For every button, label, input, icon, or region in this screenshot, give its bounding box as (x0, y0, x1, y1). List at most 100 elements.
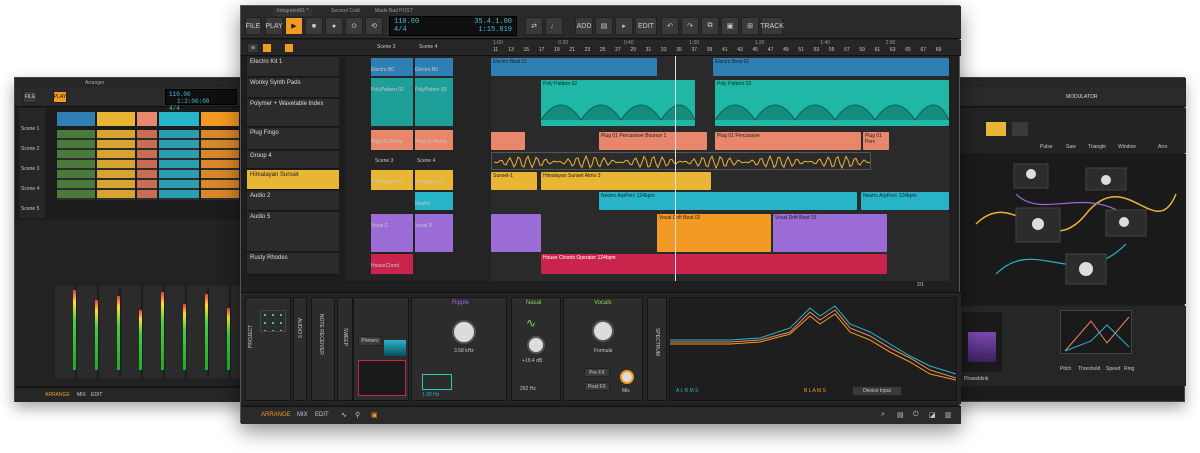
launcher-scene-4[interactable]: Scene 4 (417, 158, 435, 164)
left-scene-2[interactable]: Scene 2 (21, 146, 39, 152)
track-header[interactable]: Audio 2 (247, 191, 339, 211)
loop-toggle-icon[interactable]: ⇄ (525, 17, 543, 35)
arrange-clip[interactable]: Plug 01 Percussive Bounce 1 (599, 132, 707, 150)
timeline-ruler[interactable]: 11 13 15 17 19 21 23 25 27 29 31 33 35 37 39 41 43 45 47 49… (491, 40, 949, 56)
spectrum-channel-b[interactable]: B L A M S (804, 388, 826, 394)
launcher-scene-3[interactable]: Scene 3 (375, 158, 393, 164)
left-file-button[interactable]: FILE (23, 91, 37, 103)
left-clip[interactable] (201, 112, 239, 126)
left-clip[interactable] (159, 112, 199, 126)
arrangement-area[interactable]: Electro Beat 01 Electro Beat 02 Poly Pat… (491, 56, 949, 281)
left-play-button[interactable]: PLAY (53, 91, 67, 103)
arrange-group-clip[interactable] (491, 152, 871, 170)
modular-patch-graph[interactable] (956, 154, 1186, 304)
mix-knob[interactable] (620, 370, 634, 384)
metronome-icon[interactable]: ♩ (545, 17, 563, 35)
launcher-clip[interactable]: Plug 01 Percu (415, 130, 453, 150)
arrange-clip[interactable]: Sunset-1 (491, 172, 537, 190)
overdub-button[interactable]: ⊙ (345, 17, 363, 35)
left-scene-1[interactable]: Scene 1 (21, 126, 39, 132)
wave-icon[interactable]: ∿ (341, 411, 347, 419)
track-menu-icon[interactable]: ≡ (247, 43, 259, 53)
search-icon[interactable]: ⌕ (881, 411, 885, 419)
launcher-clip[interactable]: Himalayan S (415, 170, 453, 190)
arrange-clip[interactable]: Electro Beat 01 (491, 58, 657, 76)
tab-edit[interactable]: EDIT (315, 412, 329, 418)
spectrum-analyzer[interactable]: A L R M S B L A M S Device Input (669, 297, 957, 401)
left-title-tab[interactable]: Arranger (85, 80, 104, 86)
left-clip-column[interactable] (97, 130, 135, 200)
launcher-clip[interactable]: Electro B0 (371, 58, 413, 76)
launcher-clip[interactable]: Vocal C (371, 214, 413, 252)
left-scene-5[interactable]: Scene 5 (21, 206, 39, 212)
track-header[interactable]: Plug Fingo (247, 128, 339, 150)
pointer-icon[interactable]: ▸ (615, 17, 633, 35)
launcher-clip[interactable]: Electro B0 (415, 58, 453, 76)
track-header[interactable]: Wonky Synth Pads (247, 78, 339, 98)
loop-button[interactable]: ⟲ (365, 17, 383, 35)
folder-icon[interactable]: ▤ (897, 411, 904, 419)
automation-curve[interactable] (541, 90, 949, 126)
device-input-select[interactable]: Device Input (852, 386, 902, 396)
freq-knob[interactable] (452, 320, 476, 344)
arrange-clip[interactable]: Neutro ArpPerc 124bpm (861, 192, 949, 210)
spectrum-channel-a[interactable]: A L R M S (676, 388, 698, 394)
left-clip[interactable] (57, 112, 95, 126)
prefx-button[interactable]: Pre FX (584, 368, 610, 377)
grid-icon[interactable]: ⊞ (741, 17, 759, 35)
track-header[interactable]: Himalayan Sunset (247, 170, 339, 190)
clip-launcher-toggle-icon[interactable] (263, 44, 271, 52)
left-clip[interactable] (97, 112, 135, 126)
power-icon[interactable]: ⏻ (913, 411, 919, 419)
launcher-clip[interactable]: Plug 01 Percu (371, 130, 413, 150)
left-scene-3[interactable]: Scene 3 (21, 166, 39, 172)
left-clip[interactable] (137, 112, 157, 126)
left-clip-column[interactable] (159, 130, 199, 200)
left-clip-column[interactable] (137, 130, 157, 200)
launcher-clip[interactable]: Himalayan 03 (371, 170, 413, 190)
scene-header-3[interactable]: Scene 3 (377, 44, 395, 50)
play-button[interactable]: ▶ (285, 17, 303, 35)
track-header[interactable]: Rusty Rhodes (247, 253, 339, 275)
doc-tab-2[interactable]: Second Cold (327, 8, 364, 16)
left-tab-edit[interactable]: EDIT (91, 392, 102, 398)
link-icon[interactable]: ⚲ (355, 411, 360, 419)
launcher-clip[interactable]: PolyPatern 03 (415, 78, 453, 126)
primer-button[interactable]: Primers (358, 336, 382, 346)
redo-icon[interactable]: ↷ (681, 17, 699, 35)
playhead[interactable] (675, 56, 676, 281)
left-clip-column[interactable] (201, 130, 239, 200)
arrange-clip[interactable]: Electro Beat 02 (713, 58, 949, 76)
track-header[interactable]: Audio 5 (247, 212, 339, 252)
device-view-icon[interactable]: ▣ (371, 411, 378, 419)
arrange-clip[interactable]: Neutro ArpPerc 124bpm (599, 192, 857, 210)
arrange-clip[interactable]: Himalayan Sunset Atmo 3 (541, 172, 711, 190)
track-header[interactable]: Polymer + Wavetable Index (247, 99, 339, 127)
tab-arrange[interactable]: ARRANGE (261, 412, 291, 418)
arrange-clip[interactable]: Plug 01 Perc (863, 132, 889, 150)
doc-tab-3[interactable]: Made Bad POST (371, 8, 417, 16)
file-button[interactable]: FILE (245, 17, 261, 35)
launcher-clip[interactable]: Vocal D (415, 214, 453, 252)
left-tab-arrange[interactable]: ARRANGE (45, 392, 70, 398)
doc-tab-1[interactable]: Integrated01 * (273, 8, 313, 16)
left-clip-column[interactable] (57, 130, 95, 200)
formula-knob[interactable] (592, 320, 614, 342)
play-label-button[interactable]: PLAY (265, 17, 283, 35)
piano-icon[interactable]: ▥ (945, 411, 952, 419)
launcher-clip[interactable]: Neutro (415, 192, 453, 210)
browser-icon[interactable]: ◪ (929, 411, 936, 419)
track-button[interactable]: TRACK (760, 17, 784, 35)
stop-button[interactable]: ■ (305, 17, 323, 35)
left-tab-mix[interactable]: MIX (77, 392, 86, 398)
arrange-clip[interactable] (491, 132, 525, 150)
track-header[interactable]: Electro Kit 1 (247, 57, 339, 77)
arranger-toggle-icon[interactable] (285, 44, 293, 52)
arrange-clip[interactable]: House Chords Operator 124bpm (541, 254, 887, 274)
add-button[interactable]: ADD (575, 17, 593, 35)
edit-button[interactable]: EDIT (635, 17, 657, 35)
track-header[interactable]: Group 4 (247, 151, 339, 169)
copy-icon[interactable]: ⧉ (701, 17, 719, 35)
arrange-clip[interactable]: Vocal Drift Beat 03 (773, 214, 887, 252)
device-icon[interactable]: ▤ (595, 17, 613, 35)
